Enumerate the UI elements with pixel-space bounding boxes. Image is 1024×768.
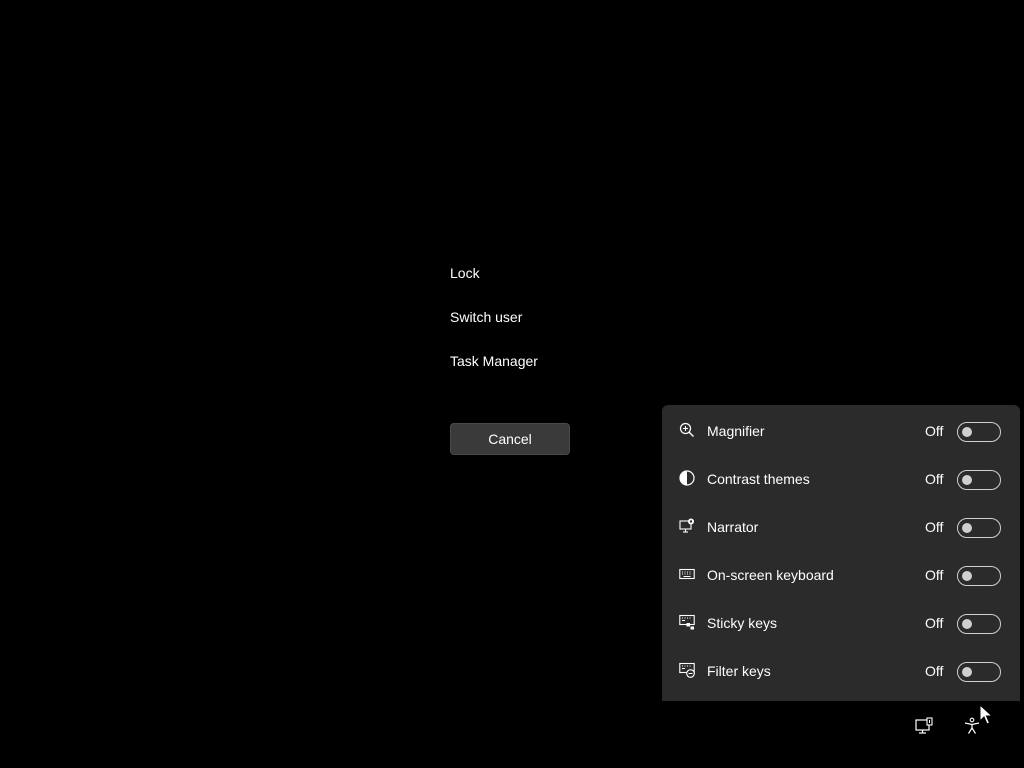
narrator-toggle[interactable] [957,518,1001,538]
toggle-knob [962,475,972,485]
accessibility-item-filter-keys[interactable]: Filter keys Off [662,647,1020,695]
on-screen-keyboard-toggle[interactable] [957,566,1001,586]
toggle-knob [962,667,972,677]
accessibility-item-sticky-keys[interactable]: Sticky keys Off [662,599,1020,647]
accessibility-item-state: Off [925,519,944,535]
magnifier-icon [678,421,696,439]
filter-keys-icon [678,661,696,679]
accessibility-item-state: Off [925,615,944,631]
accessibility-item-narrator[interactable]: Narrator Off [662,503,1020,551]
filter-keys-toggle[interactable] [957,662,1001,682]
sticky-keys-toggle[interactable] [957,614,1001,634]
accessibility-item-magnifier[interactable]: Magnifier Off [662,407,1020,455]
accessibility-item-contrast-themes[interactable]: Contrast themes Off [662,455,1020,503]
accessibility-item-state: Off [925,663,944,679]
mouse-cursor-icon [979,703,994,726]
accessibility-item-label: Filter keys [707,663,771,679]
accessibility-item-label: Magnifier [707,423,765,439]
magnifier-toggle[interactable] [957,422,1001,442]
toggle-knob [962,619,972,629]
cancel-button[interactable]: Cancel [450,423,570,455]
lock-option[interactable]: Lock [450,262,650,284]
accessibility-item-state: Off [925,567,944,583]
switch-user-option[interactable]: Switch user [450,306,650,328]
ctrl-alt-del-screen: Lock Switch user Task Manager Cancel Mag… [0,0,1024,768]
network-icon[interactable] [914,716,934,736]
accessibility-item-label: Narrator [707,519,759,535]
accessibility-item-state: Off [925,423,944,439]
accessibility-item-label: Contrast themes [707,471,810,487]
contrast-icon [678,469,696,487]
accessibility-item-state: Off [925,471,944,487]
sticky-keys-icon [678,613,696,631]
toggle-knob [962,571,972,581]
narrator-icon [678,517,696,535]
toggle-knob [962,427,972,437]
contrast-themes-toggle[interactable] [957,470,1001,490]
accessibility-flyout: Magnifier Off Contrast themes Off Narrat… [662,405,1020,701]
task-manager-option[interactable]: Task Manager [450,350,650,372]
accessibility-item-label: Sticky keys [707,615,778,631]
accessibility-item-label: On-screen keyboard [707,567,834,583]
security-options-list: Lock Switch user Task Manager [450,262,650,394]
toggle-knob [962,523,972,533]
keyboard-icon [678,565,696,583]
accessibility-item-on-screen-keyboard[interactable]: On-screen keyboard Off [662,551,1020,599]
